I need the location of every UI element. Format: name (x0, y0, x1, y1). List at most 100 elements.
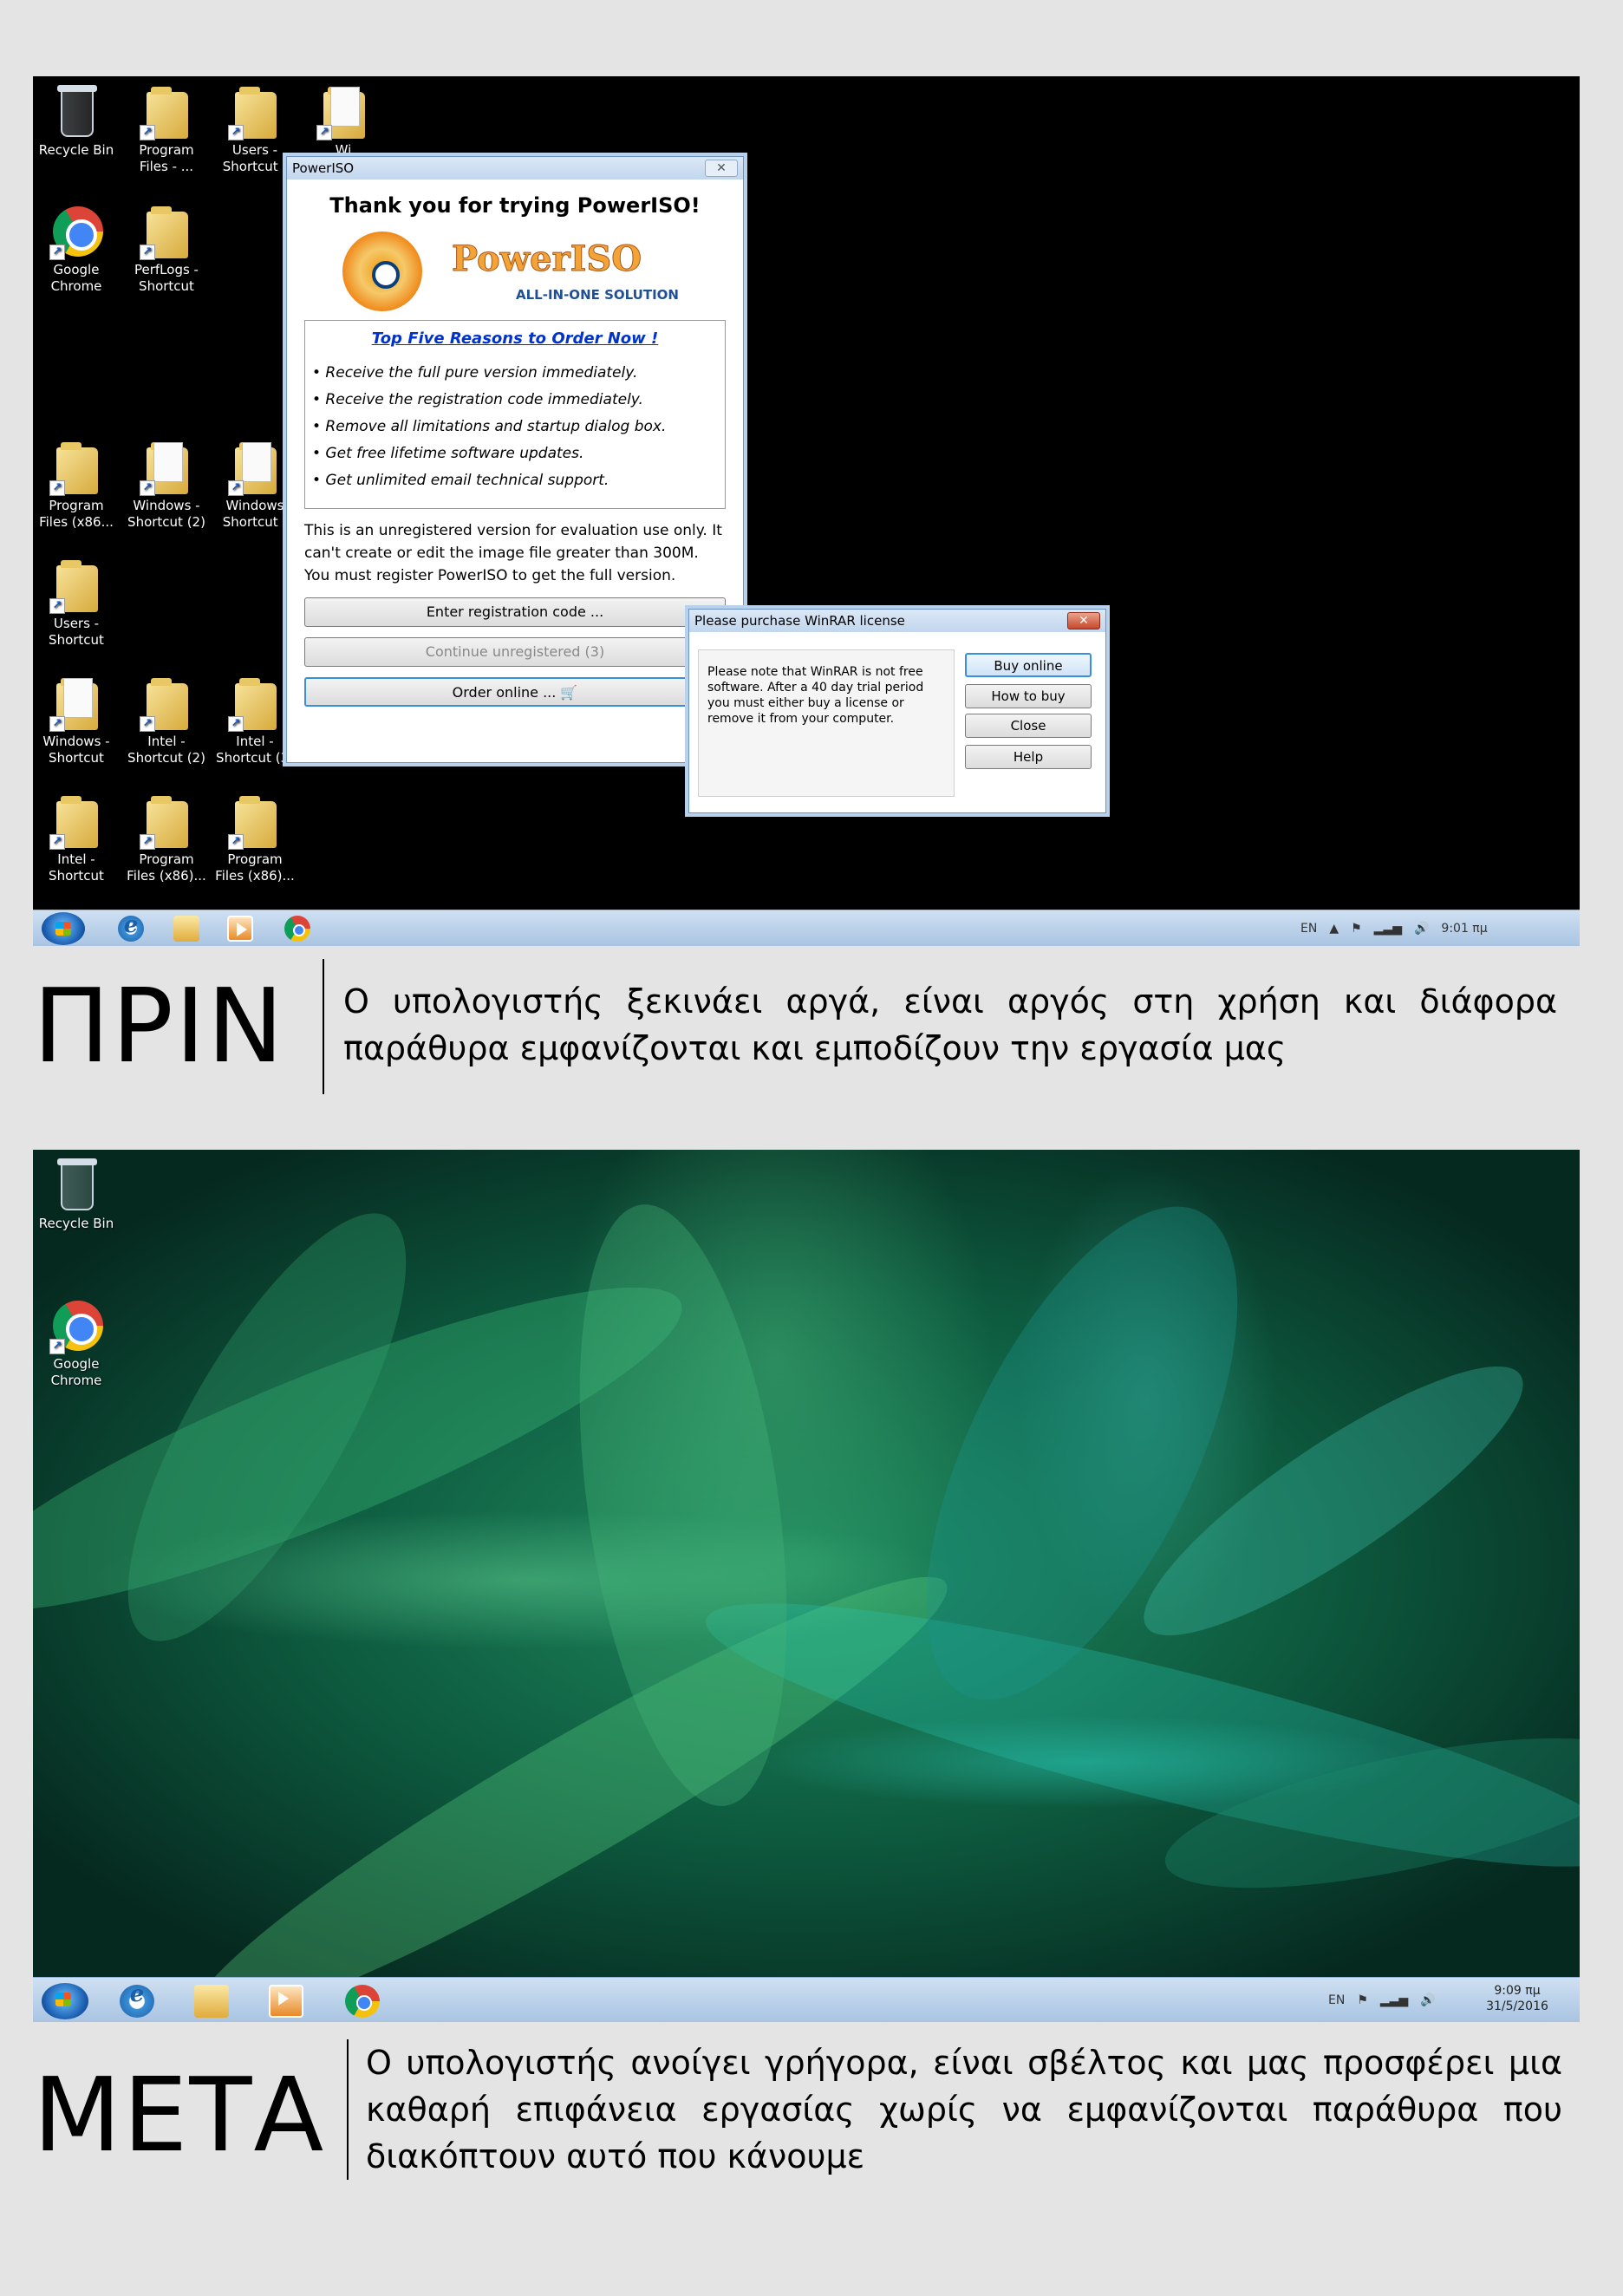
after-caption-title: ΜΕΤΑ (33, 2055, 326, 2175)
caption-divider (347, 2039, 349, 2180)
desktop-icon-label: Users - Shortcut (49, 616, 104, 648)
folder-shortcut-icon: ↗ (140, 83, 193, 140)
desktop-icon-recycle-bin[interactable]: Recycle Bin (33, 1157, 120, 1232)
desktop-icon-label: Program Files (x86)... (215, 851, 295, 884)
enter-registration-button[interactable]: Enter registration code ... (304, 597, 726, 627)
taskbar: EN ▲ ⚑ ▂▃▅ 🔊 9:01 πμ (33, 910, 1580, 946)
volume-icon[interactable]: 🔊 (1420, 1993, 1435, 2007)
action-center-flag-icon[interactable]: ⚑ (1351, 922, 1362, 936)
help-button[interactable]: Help (965, 745, 1092, 769)
chrome-icon[interactable] (345, 1985, 380, 2018)
desktop-icon-label: Google Chrome (50, 1356, 102, 1388)
media-player-icon[interactable] (227, 916, 253, 942)
desktop-icon-shortcut[interactable]: ↗ Windows Shortcut ( (212, 439, 298, 531)
dialog-titlebar: PowerISO ✕ (287, 157, 743, 179)
desktop-icon-label: Google Chrome (50, 262, 102, 294)
recycle-bin-icon (49, 1157, 103, 1214)
how-to-buy-button[interactable]: How to buy (965, 684, 1092, 708)
list-item: • Receive the full pure version immediat… (312, 364, 638, 382)
desktop-icon-label: Program Files (x86)... (127, 851, 206, 884)
desktop-icon-shortcut[interactable]: ↗ Program Files (x86... (33, 439, 120, 531)
continue-unregistered-button[interactable]: Continue unregistered (3) (304, 637, 726, 667)
desktop-icon-chrome[interactable]: ↗ Google Chrome (33, 1297, 120, 1389)
action-center-flag-icon[interactable]: ⚑ (1357, 1993, 1368, 2007)
start-button[interactable] (42, 912, 85, 945)
taskbar-clock[interactable]: 9:09 πμ 31/5/2016 (1483, 1983, 1552, 2014)
desktop-icon-shortcut[interactable]: ↗ Program Files - ... (123, 83, 210, 175)
folder-shortcut-icon: ↗ (140, 203, 193, 260)
before-caption-text: Ο υπολογιστής ξεκινάει αργά, είναι αργός… (343, 982, 1557, 1067)
desktop-icon-label: PerfLogs - Shortcut (134, 262, 199, 294)
desktop-icon-label: Recycle Bin (38, 1216, 114, 1231)
poweriso-logo: PowerISO ALL-IN-ONE SOLUTION (287, 218, 743, 313)
close-icon[interactable]: ✕ (705, 160, 738, 177)
internet-explorer-icon[interactable] (118, 912, 144, 942)
after-screenshot: Recycle Bin ↗ Google Chrome EN ⚑ ▂▃▅ 🔊 9… (33, 1150, 1580, 2022)
caption-divider (323, 959, 324, 1094)
internet-explorer-icon[interactable] (120, 1981, 154, 2018)
chrome-icon[interactable] (284, 916, 310, 942)
brand-name: PowerISO (451, 238, 642, 280)
folder-shortcut-icon: ↗ (49, 793, 103, 850)
desktop-icon-label: Windows Shortcut ( (222, 498, 288, 530)
file-explorer-icon[interactable] (173, 916, 199, 942)
file-explorer-icon[interactable] (194, 1985, 229, 2018)
show-hidden-icons-icon[interactable]: ▲ (1329, 922, 1339, 936)
desktop-icon-shortcut[interactable]: ↗ Wi (300, 83, 387, 159)
desktop-icon-label: Program Files (x86... (39, 498, 114, 530)
after-caption-text: Ο υπολογιστής ανοίγει γρήγορα, είναι σβέ… (366, 2044, 1562, 2175)
volume-icon[interactable]: 🔊 (1414, 922, 1429, 936)
folder-shortcut-icon: ↗ (228, 439, 282, 496)
desktop-icon-shortcut[interactable]: ↗ Program Files (x86)... (123, 793, 210, 884)
desktop-icon-shortcut[interactable]: ↗ Windows - Shortcut (2) (123, 439, 210, 531)
folder-shortcut-icon: ↗ (316, 83, 370, 140)
dialog-title: PowerISO (292, 160, 355, 176)
desktop-icon-label: Users - Shortcut ( (222, 142, 288, 174)
network-signal-icon[interactable]: ▂▃▅ (1380, 1993, 1408, 2007)
desktop-icon-recycle-bin[interactable]: Recycle Bin (33, 83, 120, 159)
media-player-icon[interactable] (269, 1985, 303, 2018)
network-signal-icon[interactable]: ▂▃▅ (1374, 922, 1402, 936)
language-indicator[interactable]: EN (1300, 922, 1317, 936)
reasons-box: Top Five Reasons to Order Now ! • Receiv… (304, 320, 726, 509)
close-button[interactable]: Close (965, 714, 1092, 738)
desktop-icon-shortcut[interactable]: ↗ Intel - Shortcut (2) (123, 675, 210, 766)
license-message: Please note that WinRAR is not free soft… (698, 649, 955, 797)
brand-tagline: ALL-IN-ONE SOLUTION (516, 287, 679, 303)
disc-icon (342, 232, 422, 311)
desktop-icon-shortcut[interactable]: ↗ PerfLogs - Shortcut (123, 203, 210, 295)
system-tray: EN ⚑ ▂▃▅ 🔊 (1328, 1978, 1448, 2022)
folder-shortcut-icon: ↗ (228, 793, 282, 850)
buy-online-button[interactable]: Buy online (965, 653, 1092, 677)
dialog-heading: Thank you for trying PowerISO! (329, 193, 701, 218)
desktop-icon-label: Windows - Shortcut (42, 734, 110, 766)
list-item: • Get unlimited email technical support. (312, 472, 609, 489)
order-now-link[interactable]: Top Five Reasons to Order Now ! (312, 329, 718, 348)
desktop-icon-label: Intel - Shortcut (3) (216, 734, 294, 766)
desktop-icon-label: Intel - Shortcut (49, 851, 104, 884)
desktop-icon-shortcut[interactable]: ↗ Program Files (x86)... (212, 793, 298, 884)
dialog-titlebar: Please purchase WinRAR license ✕ (689, 610, 1105, 632)
desktop-icon-shortcut[interactable]: ↗ Users - Shortcut (33, 557, 120, 649)
desktop-icon-chrome[interactable]: ↗ Google Chrome (33, 203, 120, 295)
before-screenshot: Recycle Bin ↗ Program Files - ... ↗ User… (33, 76, 1580, 946)
order-online-button[interactable]: Order online ... 🛒 (304, 677, 726, 707)
folder-shortcut-icon: ↗ (140, 793, 193, 850)
desktop-icon-shortcut[interactable]: ↗ Intel - Shortcut (33, 793, 120, 884)
close-icon[interactable]: ✕ (1067, 612, 1100, 629)
clock-time[interactable]: 9:01 πμ (1441, 922, 1487, 936)
folder-shortcut-icon: ↗ (228, 675, 282, 732)
poweriso-nag-dialog: PowerISO ✕ Thank you for trying PowerISO… (286, 156, 744, 763)
desktop-icon-label: Intel - Shortcut (2) (127, 734, 205, 766)
folder-shortcut-icon: ↗ (140, 675, 193, 732)
folder-shortcut-icon: ↗ (228, 83, 282, 140)
desktop-icon-shortcut[interactable]: ↗ Users - Shortcut ( (212, 83, 298, 175)
desktop-icon-shortcut[interactable]: ↗ Windows - Shortcut (33, 675, 120, 766)
clock-time: 9:09 πμ (1494, 1984, 1541, 1998)
clock-date: 31/5/2016 (1486, 1999, 1548, 2013)
system-tray: EN ▲ ⚑ ▂▃▅ 🔊 9:01 πμ (1300, 910, 1500, 946)
start-button[interactable] (42, 1983, 88, 2019)
language-indicator[interactable]: EN (1328, 1993, 1345, 2007)
desktop-icon-shortcut[interactable]: ↗ Intel - Shortcut (3) (212, 675, 298, 766)
evaluation-notice: This is an unregistered version for eval… (304, 522, 722, 584)
